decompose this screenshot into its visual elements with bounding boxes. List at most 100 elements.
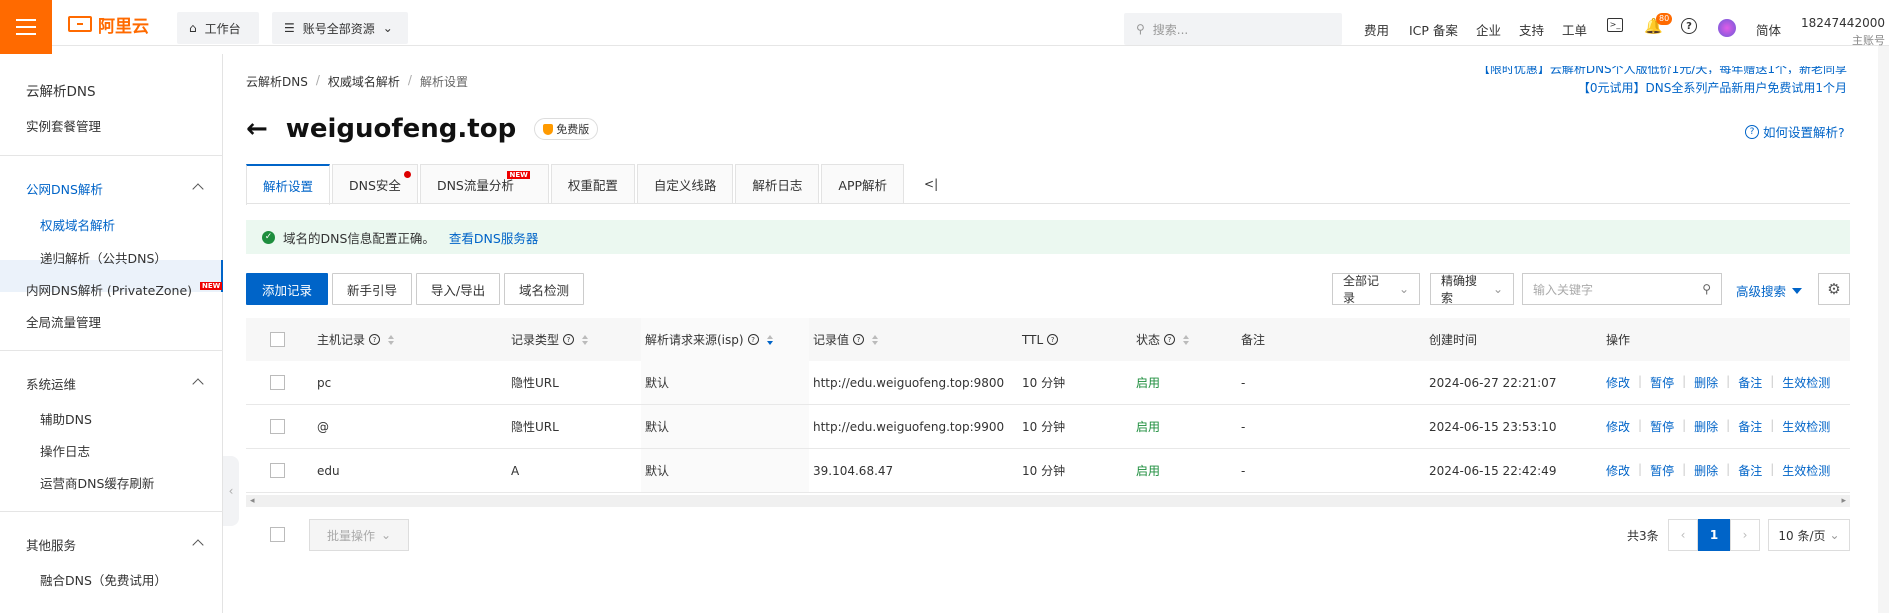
sidebar-item-fusion-dns[interactable]: 融合DNS（免费试用）: [40, 570, 167, 589]
header-host[interactable]: 主机记录?: [317, 331, 395, 348]
guide-button[interactable]: 新手引导: [332, 273, 412, 305]
header-isp[interactable]: 解析请求来源(isp)?: [645, 331, 773, 348]
global-search-input[interactable]: ⚲ 搜索...: [1124, 13, 1342, 45]
delete-link[interactable]: 删除: [1694, 462, 1718, 479]
account-info[interactable]: 18247442000 主账号: [1801, 14, 1885, 50]
gear-icon[interactable]: ⚙: [1818, 273, 1850, 305]
menu-icon[interactable]: [0, 0, 52, 54]
resource-selector[interactable]: ☰ 账号全部资源 ⌄: [272, 12, 408, 44]
row-checkbox[interactable]: [270, 463, 285, 478]
nav-ticket[interactable]: 工单: [1562, 20, 1587, 39]
header-value[interactable]: 记录值?: [813, 331, 879, 348]
promo-link-2[interactable]: 【0元试用】DNS全系列产品新用户免费试用1个月: [1578, 79, 1847, 96]
edit-link[interactable]: 修改: [1606, 374, 1630, 391]
help-link[interactable]: ? 如何设置解析?: [1745, 122, 1845, 141]
prev-page-button[interactable]: ‹: [1668, 519, 1698, 551]
workbench-button[interactable]: ⌂ 工作台: [177, 12, 259, 44]
tab-scroll-icon[interactable]: <|: [906, 164, 938, 204]
select-all-checkbox[interactable]: [270, 332, 285, 347]
terminal-icon[interactable]: >_: [1607, 18, 1623, 32]
chevron-up-icon[interactable]: [192, 539, 204, 551]
sidebar-item-aux-dns[interactable]: 辅助DNS: [40, 409, 92, 428]
tab-app-resolve[interactable]: APP解析: [821, 164, 905, 204]
sort-icon[interactable]: [766, 334, 773, 345]
scroll-right-icon[interactable]: ▸: [1841, 496, 1846, 506]
delete-link[interactable]: 删除: [1694, 418, 1718, 435]
remark-link[interactable]: 备注: [1738, 374, 1762, 391]
header-type[interactable]: 记录类型?: [511, 331, 589, 348]
page-scrollbar[interactable]: [1878, 46, 1889, 613]
sidebar-item-cache-refresh[interactable]: 运营商DNS缓存刷新: [40, 473, 154, 492]
next-page-button[interactable]: ›: [1730, 519, 1760, 551]
sort-icon[interactable]: [872, 334, 879, 345]
aliyun-logo[interactable]: 阿里云: [68, 14, 149, 37]
sort-icon[interactable]: [388, 334, 395, 345]
batch-operation-button[interactable]: 批量操作 ⌄: [309, 519, 409, 551]
nav-icp[interactable]: ICP 备案: [1409, 20, 1458, 39]
sort-icon[interactable]: [582, 334, 589, 345]
resource-icon: ☰: [284, 21, 295, 35]
pause-link[interactable]: 暂停: [1650, 374, 1674, 391]
table-row: edu A 默认 39.104.68.47 10 分钟 启用 - 2024-06…: [246, 449, 1850, 493]
tab-resolve-settings[interactable]: 解析设置: [246, 164, 331, 205]
keyword-search-input[interactable]: 输入关键字 ⚲: [1522, 273, 1722, 305]
edit-link[interactable]: 修改: [1606, 462, 1630, 479]
tab-bar: 解析设置 DNS安全 DNS流量分析 NEW 权重配置 自定义线路 解析日志 AP…: [246, 164, 938, 205]
header-status[interactable]: 状态?: [1136, 331, 1190, 348]
remark-link[interactable]: 备注: [1738, 418, 1762, 435]
sidebar-item-instance[interactable]: 实例套餐管理: [26, 116, 101, 135]
avatar[interactable]: [1718, 19, 1736, 37]
row-checkbox[interactable]: [270, 375, 285, 390]
cell-isp: 默认: [645, 420, 670, 434]
scroll-left-icon[interactable]: ◂: [250, 496, 255, 506]
delete-link[interactable]: 删除: [1694, 374, 1718, 391]
sidebar-section-other[interactable]: 其他服务: [26, 535, 76, 554]
pause-link[interactable]: 暂停: [1650, 418, 1674, 435]
sidebar-section-ops[interactable]: 系统运维: [26, 374, 76, 393]
domain-detect-button[interactable]: 域名检测: [504, 273, 584, 305]
horizontal-scrollbar[interactable]: ◂ ▸: [246, 495, 1850, 507]
chevron-up-icon[interactable]: [192, 378, 204, 390]
sort-icon[interactable]: [1183, 334, 1190, 345]
sidebar-item-op-log[interactable]: 操作日志: [40, 441, 90, 460]
tab-resolve-log[interactable]: 解析日志: [735, 164, 820, 204]
pause-link[interactable]: 暂停: [1650, 462, 1674, 479]
tab-dns-security[interactable]: DNS安全: [332, 164, 418, 204]
record-filter-select[interactable]: 全部记录 ⌄: [1332, 273, 1420, 305]
promo-link-1[interactable]: 【限时优惠】云解析DNS个人版低价1元/天，每年赠送1个，新老同享: [1478, 66, 1847, 74]
breadcrumb-item[interactable]: 权威域名解析: [328, 73, 400, 90]
cell-created: 2024-06-15 23:53:10: [1429, 419, 1557, 434]
breadcrumb-item[interactable]: 云解析DNS: [246, 73, 308, 90]
nav-support[interactable]: 支持: [1519, 20, 1544, 39]
effect-check-link[interactable]: 生效检测: [1782, 418, 1830, 435]
header-remark: 备注: [1241, 333, 1266, 347]
advanced-search-toggle[interactable]: 高级搜索: [1736, 281, 1803, 300]
sidebar-item-authority[interactable]: 权威域名解析: [40, 215, 115, 234]
tab-weight-config[interactable]: 权重配置: [550, 164, 635, 204]
back-arrow-icon[interactable]: ←: [246, 114, 268, 144]
sidebar-collapse-handle[interactable]: ‹: [223, 456, 239, 526]
help-icon[interactable]: ?: [1681, 18, 1697, 34]
sidebar-section-public-dns[interactable]: 公网DNS解析: [26, 179, 103, 198]
chevron-up-icon[interactable]: [192, 183, 204, 195]
page-number[interactable]: 1: [1698, 519, 1730, 551]
tab-traffic-analysis[interactable]: DNS流量分析 NEW: [419, 164, 549, 204]
effect-check-link[interactable]: 生效检测: [1782, 374, 1830, 391]
import-export-button[interactable]: 导入/导出: [416, 273, 500, 305]
edit-link[interactable]: 修改: [1606, 418, 1630, 435]
sidebar-item-recursive[interactable]: 递归解析（公共DNS）: [40, 248, 167, 267]
remark-link[interactable]: 备注: [1738, 462, 1762, 479]
view-dns-server-link[interactable]: 查看DNS服务器: [449, 228, 538, 247]
add-record-button[interactable]: 添加记录: [246, 273, 328, 305]
language-switch[interactable]: 简体: [1756, 20, 1781, 39]
sidebar-item-private-zone[interactable]: 内网DNS解析 (PrivateZone): [26, 280, 192, 299]
search-mode-select[interactable]: 精确搜索 ⌄: [1430, 273, 1514, 305]
tab-custom-line[interactable]: 自定义线路: [636, 164, 734, 204]
nav-enterprise[interactable]: 企业: [1476, 20, 1501, 39]
row-checkbox[interactable]: [270, 419, 285, 434]
sidebar-item-global-traffic[interactable]: 全局流量管理: [26, 312, 101, 331]
nav-billing[interactable]: 费用: [1364, 20, 1389, 39]
footer-select-all-checkbox[interactable]: [270, 527, 285, 542]
page-size-select[interactable]: 10 条/页 ⌄: [1768, 519, 1850, 551]
effect-check-link[interactable]: 生效检测: [1782, 462, 1830, 479]
